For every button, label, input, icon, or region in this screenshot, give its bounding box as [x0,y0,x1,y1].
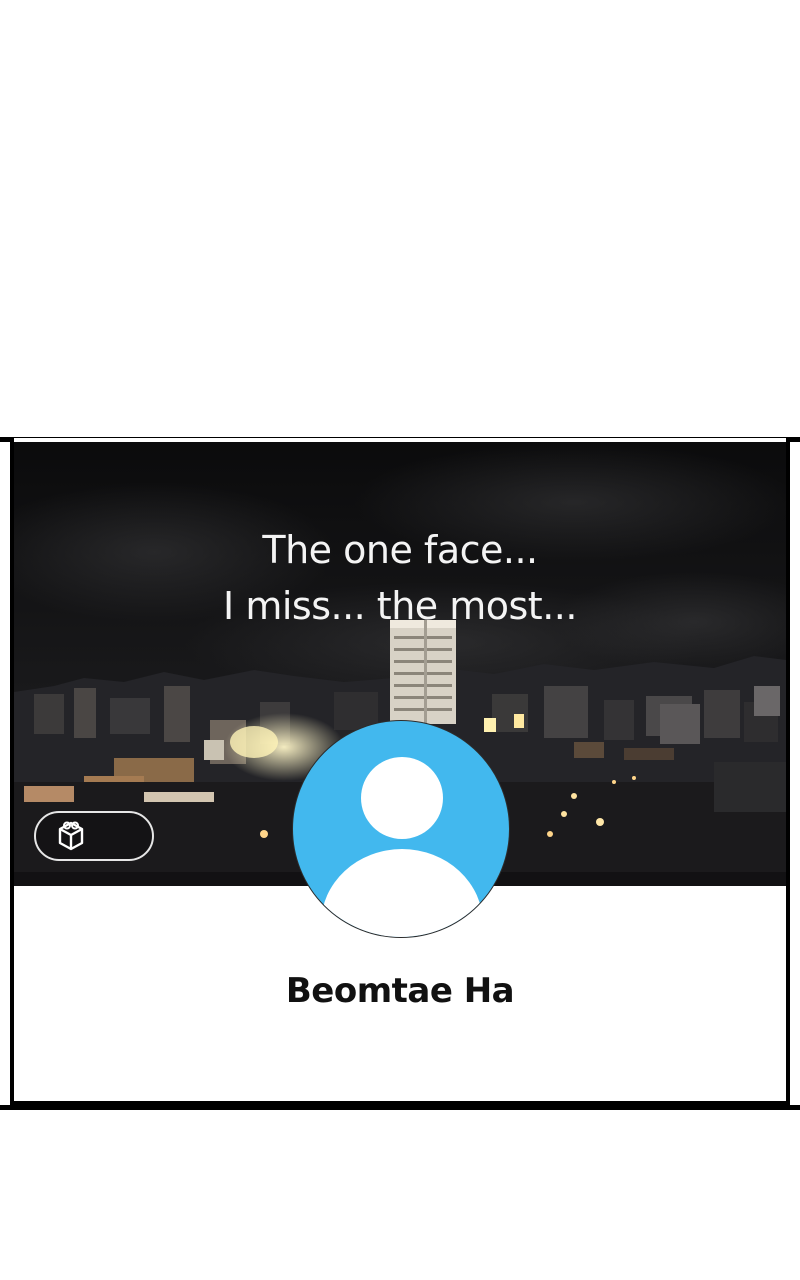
cover-caption: The one face... I miss... the most... [14,522,786,634]
avatar-head [361,757,443,839]
tower [390,620,456,724]
panel-bottom-border [0,1105,800,1110]
profile-name: Beomtae Ha [285,971,515,1011]
default-user-avatar[interactable] [292,720,510,938]
gift-button[interactable] [34,811,154,861]
caption-line-2: I miss... the most... [223,584,577,628]
gift-icon [58,821,84,851]
avatar-shoulders [321,849,483,937]
caption-line-1: The one face... [262,528,538,572]
